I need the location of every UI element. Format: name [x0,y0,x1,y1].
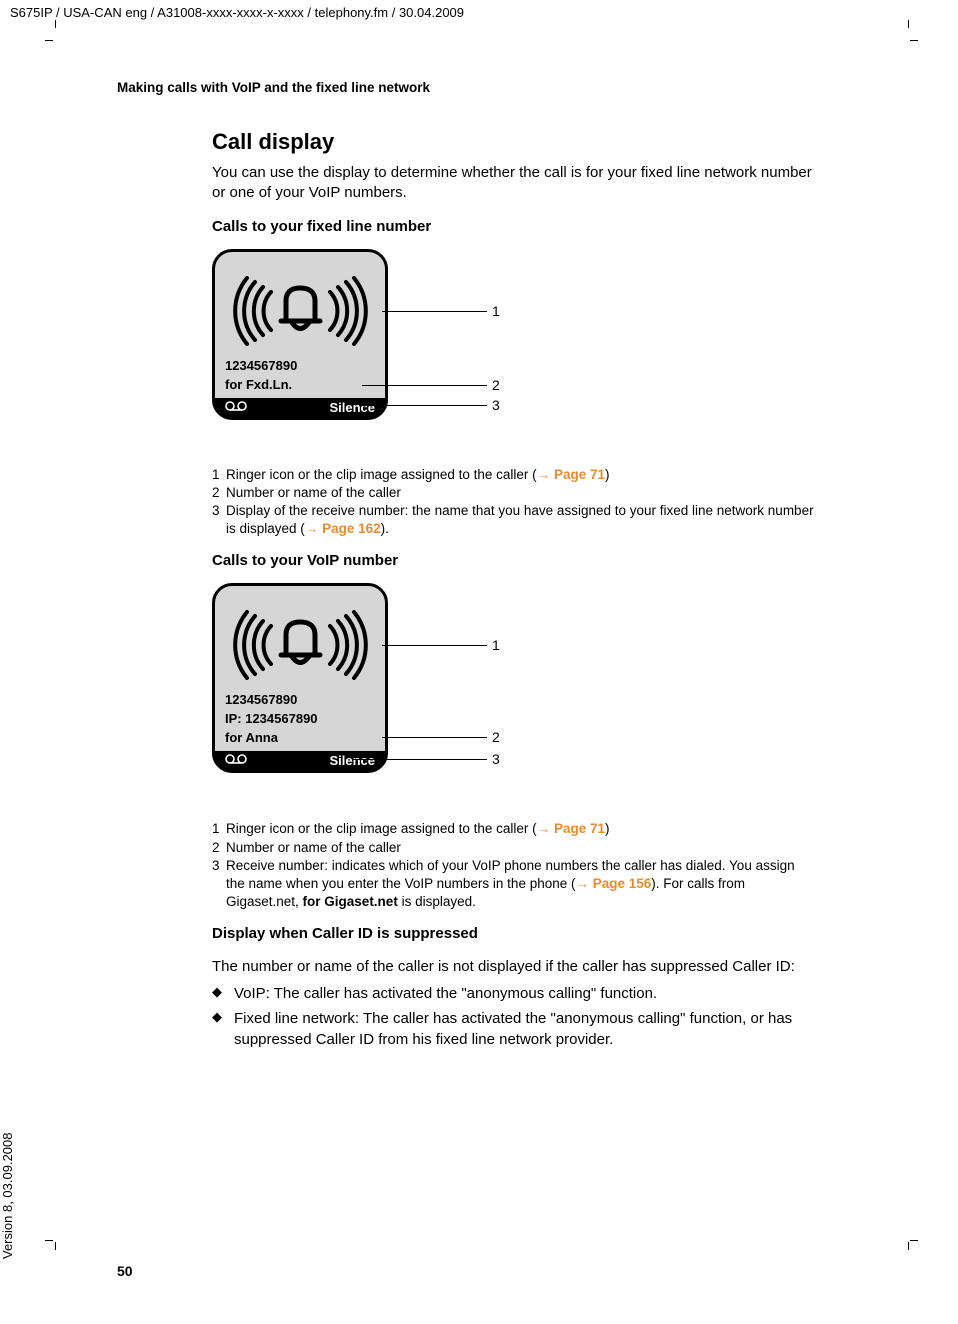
bullet-marker: ◆ [212,983,234,1004]
legend-text: Receive number: indicates which of your … [226,857,817,912]
ip-number: IP: 1234567890 [215,709,385,728]
receive-line: for Anna [215,728,385,747]
legend-text: Number or name of the caller [226,839,817,857]
phone-display: 1234567890 IP: 1234567890 for Anna Silen… [212,583,388,773]
legend-text: Ringer icon or the clip image assigned t… [226,820,817,838]
legend-num: 1 [212,466,226,484]
figure-legend: 1Ringer icon or the clip image assigned … [212,820,817,911]
page-link[interactable]: → Page 71 [537,821,605,836]
callout-number: 3 [492,397,500,413]
running-header: Making calls with VoIP and the fixed lin… [117,80,817,95]
caller-number: 1234567890 [215,690,385,709]
softkey-silence: Silence [329,400,375,415]
legend-num: 2 [212,484,226,502]
suppressed-paragraph: The number or name of the caller is not … [212,956,817,977]
page-number: 50 [117,1263,133,1279]
bullet-list: ◆VoIP: The caller has activated the "ano… [212,983,817,1050]
callout-number: 2 [492,377,500,393]
page-link[interactable]: → Page 156 [575,876,651,891]
bullet-text: VoIP: The caller has activated the "anon… [234,983,817,1004]
version-label: Version 8, 03.09.2008 [0,1133,15,1260]
section-title-call-display: Call display [212,129,817,155]
voicemail-icon [225,753,247,768]
subhead-voip: Calls to your VoIP number [212,552,817,569]
ringer-icon [215,598,385,690]
callout-line [382,311,487,312]
legend-num: 3 [212,857,226,912]
figure-voip-call: 1234567890 IP: 1234567890 for Anna Silen… [212,583,817,808]
gigaset-label: for Gigaset.net [303,894,398,909]
callout-line [362,405,487,406]
ringer-icon [215,264,385,356]
bullet-marker: ◆ [212,1008,234,1050]
callout-line [382,737,487,738]
doc-header-path: S675IP / USA-CAN eng / A31008-xxxx-xxxx-… [10,5,464,20]
page-link[interactable]: → Page 162 [305,521,381,536]
receive-line: for Fxd.Ln. [215,375,385,394]
bullet-text: Fixed line network: The caller has activ… [234,1008,817,1050]
legend-text: Number or name of the caller [226,484,817,502]
subhead-fixed-line: Calls to your fixed line number [212,218,817,235]
subhead-suppressed: Display when Caller ID is suppressed [212,925,817,942]
figure-legend: 1Ringer icon or the clip image assigned … [212,466,817,539]
page-link[interactable]: → Page 71 [537,467,605,482]
callout-line [382,645,487,646]
legend-num: 3 [212,502,226,538]
intro-paragraph: You can use the display to determine whe… [212,163,817,204]
callout-number: 3 [492,751,500,767]
bullet-item: ◆Fixed line network: The caller has acti… [212,1008,817,1050]
bullet-item: ◆VoIP: The caller has activated the "ano… [212,983,817,1004]
callout-line [352,759,487,760]
legend-num: 1 [212,820,226,838]
callout-number: 1 [492,637,500,653]
legend-num: 2 [212,839,226,857]
phone-display: 1234567890 for Fxd.Ln. Silence [212,249,388,420]
legend-text: Ringer icon or the clip image assigned t… [226,466,817,484]
caller-number: 1234567890 [215,356,385,375]
callout-number: 2 [492,729,500,745]
callout-number: 1 [492,303,500,319]
softkey-bar: Silence [215,398,385,417]
softkey-bar: Silence [215,751,385,770]
softkey-silence: Silence [329,753,375,768]
voicemail-icon [225,400,247,415]
callout-line [362,385,487,386]
legend-text: Display of the receive number: the name … [226,502,817,538]
figure-fixed-line-call: 1234567890 for Fxd.Ln. Silence 1 2 3 [212,249,817,454]
